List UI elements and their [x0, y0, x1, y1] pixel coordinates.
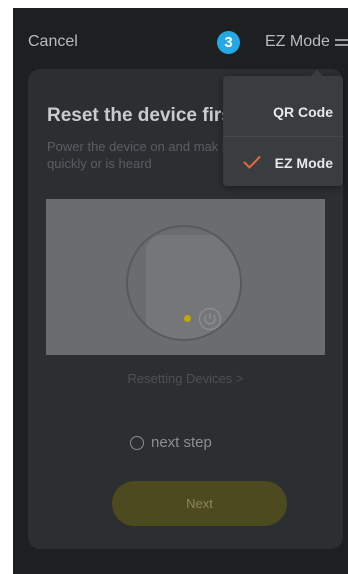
next-step-confirm[interactable]: next step: [130, 434, 212, 451]
device-body: [146, 235, 240, 339]
power-icon: [198, 307, 222, 331]
card-title: Reset the device firs: [47, 105, 232, 126]
next-step-label: next step: [151, 434, 212, 451]
mode-label: EZ Mode: [265, 33, 330, 50]
top-bar: Cancel 3 EZ Mode: [13, 8, 348, 66]
menu-item-label: EZ Mode: [274, 155, 333, 171]
step-badge: 3: [217, 31, 240, 54]
menu-item-ez-mode[interactable]: EZ Mode: [223, 136, 343, 187]
mode-toggle-button[interactable]: EZ Mode: [265, 33, 348, 51]
menu-item-label: QR Code: [273, 104, 333, 120]
resetting-devices-link[interactable]: Resetting Devices >: [28, 371, 343, 386]
swap-icon: [334, 37, 348, 47]
next-button[interactable]: Next: [112, 481, 287, 526]
menu-item-qr-code[interactable]: QR Code: [223, 86, 343, 136]
device-zoom-circle: [126, 225, 242, 341]
device-illustration: [46, 199, 325, 355]
indicator-led: [184, 315, 191, 322]
radio-unchecked-icon[interactable]: [130, 435, 144, 450]
checkmark-icon: [243, 155, 261, 169]
cancel-button[interactable]: Cancel: [28, 33, 78, 51]
app-screen: Cancel 3 EZ Mode Reset the device firs P…: [13, 8, 348, 574]
mode-dropdown-menu: QR Code EZ Mode: [223, 70, 343, 187]
